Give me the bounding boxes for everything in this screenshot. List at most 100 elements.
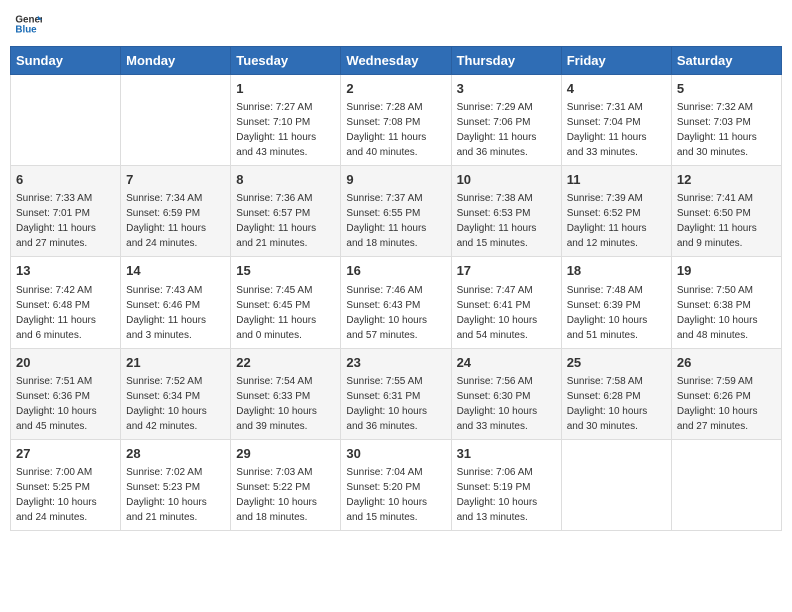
- day-info: Sunrise: 7:50 AM Sunset: 6:38 PM Dayligh…: [677, 285, 758, 341]
- day-number: 31: [457, 445, 556, 463]
- calendar-cell: 29 Sunrise: 7:03 AM Sunset: 5:22 PM Dayli…: [231, 439, 341, 530]
- calendar-cell: 1 Sunrise: 7:27 AM Sunset: 7:10 PM Daylig…: [231, 75, 341, 166]
- header-cell-friday: Friday: [561, 47, 671, 75]
- day-info: Sunrise: 7:59 AM Sunset: 6:26 PM Dayligh…: [677, 376, 758, 432]
- day-number: 13: [16, 262, 115, 280]
- calendar-cell: 2 Sunrise: 7:28 AM Sunset: 7:08 PM Daylig…: [341, 75, 451, 166]
- calendar-cell: [561, 439, 671, 530]
- day-info: Sunrise: 7:52 AM Sunset: 6:34 PM Dayligh…: [126, 376, 207, 432]
- calendar-cell: 5Sunrise: 7:32 AM Sunset: 7:03 PM Daylig…: [671, 75, 781, 166]
- calendar-cell: [11, 75, 121, 166]
- calendar-cell: 16 Sunrise: 7:46 AM Sunset: 6:43 PM Dayli…: [341, 257, 451, 348]
- calendar-cell: 8 Sunrise: 7:36 AM Sunset: 6:57 PM Daylig…: [231, 166, 341, 257]
- day-info: Sunrise: 7:34 AM Sunset: 6:59 PM Dayligh…: [126, 193, 206, 249]
- calendar-body: 1 Sunrise: 7:27 AM Sunset: 7:10 PM Daylig…: [11, 75, 782, 531]
- day-info: Sunrise: 7:02 AM Sunset: 5:23 PM Dayligh…: [126, 467, 207, 523]
- calendar-cell: 14Sunrise: 7:43 AM Sunset: 6:46 PM Dayli…: [121, 257, 231, 348]
- day-info: Sunrise: 7:31 AM Sunset: 7:04 PM Dayligh…: [567, 102, 647, 158]
- day-number: 28: [126, 445, 225, 463]
- calendar-cell: 11Sunrise: 7:39 AM Sunset: 6:52 PM Dayli…: [561, 166, 671, 257]
- day-number: 2: [346, 80, 445, 98]
- day-number: 21: [126, 354, 225, 372]
- day-info: Sunrise: 7:42 AM Sunset: 6:48 PM Dayligh…: [16, 285, 96, 341]
- day-info: Sunrise: 7:32 AM Sunset: 7:03 PM Dayligh…: [677, 102, 757, 158]
- day-number: 3: [457, 80, 556, 98]
- calendar-week-5: 27Sunrise: 7:00 AM Sunset: 5:25 PM Dayli…: [11, 439, 782, 530]
- day-number: 29: [236, 445, 335, 463]
- day-number: 30: [346, 445, 445, 463]
- day-number: 23: [346, 354, 445, 372]
- day-info: Sunrise: 7:38 AM Sunset: 6:53 PM Dayligh…: [457, 193, 537, 249]
- day-number: 17: [457, 262, 556, 280]
- calendar-cell: 22 Sunrise: 7:54 AM Sunset: 6:33 PM Dayli…: [231, 348, 341, 439]
- calendar-cell: 4 Sunrise: 7:31 AM Sunset: 7:04 PM Daylig…: [561, 75, 671, 166]
- day-info: Sunrise: 7:28 AM Sunset: 7:08 PM Dayligh…: [346, 102, 426, 158]
- day-info: Sunrise: 7:29 AM Sunset: 7:06 PM Dayligh…: [457, 102, 537, 158]
- day-number: 25: [567, 354, 666, 372]
- calendar-cell: 31 Sunrise: 7:06 AM Sunset: 5:19 PM Dayli…: [451, 439, 561, 530]
- day-info: Sunrise: 7:41 AM Sunset: 6:50 PM Dayligh…: [677, 193, 757, 249]
- calendar-cell: 15Sunrise: 7:45 AM Sunset: 6:45 PM Dayli…: [231, 257, 341, 348]
- day-number: 4: [567, 80, 666, 98]
- header-cell-tuesday: Tuesday: [231, 47, 341, 75]
- calendar-cell: 3 Sunrise: 7:29 AM Sunset: 7:06 PM Daylig…: [451, 75, 561, 166]
- header-cell-wednesday: Wednesday: [341, 47, 451, 75]
- calendar-cell: 23 Sunrise: 7:55 AM Sunset: 6:31 PM Dayli…: [341, 348, 451, 439]
- day-info: Sunrise: 7:03 AM Sunset: 5:22 PM Dayligh…: [236, 467, 317, 523]
- calendar-cell: 17Sunrise: 7:47 AM Sunset: 6:41 PM Dayli…: [451, 257, 561, 348]
- calendar-cell: 6 Sunrise: 7:33 AM Sunset: 7:01 PM Daylig…: [11, 166, 121, 257]
- calendar-cell: 19 Sunrise: 7:50 AM Sunset: 6:38 PM Dayli…: [671, 257, 781, 348]
- day-info: Sunrise: 7:43 AM Sunset: 6:46 PM Dayligh…: [126, 285, 206, 341]
- calendar-week-3: 13 Sunrise: 7:42 AM Sunset: 6:48 PM Dayli…: [11, 257, 782, 348]
- day-info: Sunrise: 7:55 AM Sunset: 6:31 PM Dayligh…: [346, 376, 427, 432]
- day-number: 9: [346, 171, 445, 189]
- calendar-cell: [671, 439, 781, 530]
- day-info: Sunrise: 7:46 AM Sunset: 6:43 PM Dayligh…: [346, 285, 427, 341]
- calendar-cell: 26 Sunrise: 7:59 AM Sunset: 6:26 PM Dayli…: [671, 348, 781, 439]
- day-info: Sunrise: 7:36 AM Sunset: 6:57 PM Dayligh…: [236, 193, 316, 249]
- day-info: Sunrise: 7:06 AM Sunset: 5:19 PM Dayligh…: [457, 467, 538, 523]
- day-info: Sunrise: 7:04 AM Sunset: 5:20 PM Dayligh…: [346, 467, 427, 523]
- day-number: 24: [457, 354, 556, 372]
- calendar-cell: 25Sunrise: 7:58 AM Sunset: 6:28 PM Dayli…: [561, 348, 671, 439]
- header-cell-monday: Monday: [121, 47, 231, 75]
- day-info: Sunrise: 7:33 AM Sunset: 7:01 PM Dayligh…: [16, 193, 96, 249]
- calendar-cell: 27Sunrise: 7:00 AM Sunset: 5:25 PM Dayli…: [11, 439, 121, 530]
- day-info: Sunrise: 7:51 AM Sunset: 6:36 PM Dayligh…: [16, 376, 97, 432]
- logo: General Blue: [14, 10, 42, 38]
- header-cell-sunday: Sunday: [11, 47, 121, 75]
- calendar-header: SundayMondayTuesdayWednesdayThursdayFrid…: [11, 47, 782, 75]
- calendar-cell: 20 Sunrise: 7:51 AM Sunset: 6:36 PM Dayli…: [11, 348, 121, 439]
- svg-text:Blue: Blue: [15, 24, 37, 35]
- day-number: 1: [236, 80, 335, 98]
- calendar-cell: 7 Sunrise: 7:34 AM Sunset: 6:59 PM Daylig…: [121, 166, 231, 257]
- day-number: 18: [567, 262, 666, 280]
- calendar-table: SundayMondayTuesdayWednesdayThursdayFrid…: [10, 46, 782, 531]
- day-number: 26: [677, 354, 776, 372]
- calendar-cell: 10 Sunrise: 7:38 AM Sunset: 6:53 PM Dayli…: [451, 166, 561, 257]
- day-number: 10: [457, 171, 556, 189]
- day-info: Sunrise: 7:39 AM Sunset: 6:52 PM Dayligh…: [567, 193, 647, 249]
- calendar-cell: [121, 75, 231, 166]
- day-info: Sunrise: 7:27 AM Sunset: 7:10 PM Dayligh…: [236, 102, 316, 158]
- calendar-cell: 18 Sunrise: 7:48 AM Sunset: 6:39 PM Dayli…: [561, 257, 671, 348]
- calendar-cell: 24 Sunrise: 7:56 AM Sunset: 6:30 PM Dayli…: [451, 348, 561, 439]
- calendar-cell: 13 Sunrise: 7:42 AM Sunset: 6:48 PM Dayli…: [11, 257, 121, 348]
- day-info: Sunrise: 7:54 AM Sunset: 6:33 PM Dayligh…: [236, 376, 317, 432]
- header-cell-thursday: Thursday: [451, 47, 561, 75]
- day-number: 6: [16, 171, 115, 189]
- day-number: 8: [236, 171, 335, 189]
- header-row: SundayMondayTuesdayWednesdayThursdayFrid…: [11, 47, 782, 75]
- calendar-week-1: 1 Sunrise: 7:27 AM Sunset: 7:10 PM Daylig…: [11, 75, 782, 166]
- day-info: Sunrise: 7:56 AM Sunset: 6:30 PM Dayligh…: [457, 376, 538, 432]
- day-number: 19: [677, 262, 776, 280]
- day-number: 20: [16, 354, 115, 372]
- calendar-cell: 21 Sunrise: 7:52 AM Sunset: 6:34 PM Dayli…: [121, 348, 231, 439]
- day-number: 22: [236, 354, 335, 372]
- day-number: 7: [126, 171, 225, 189]
- day-info: Sunrise: 7:00 AM Sunset: 5:25 PM Dayligh…: [16, 467, 97, 523]
- day-number: 16: [346, 262, 445, 280]
- calendar-cell: 9Sunrise: 7:37 AM Sunset: 6:55 PM Daylig…: [341, 166, 451, 257]
- day-info: Sunrise: 7:48 AM Sunset: 6:39 PM Dayligh…: [567, 285, 648, 341]
- logo-icon: General Blue: [14, 10, 42, 38]
